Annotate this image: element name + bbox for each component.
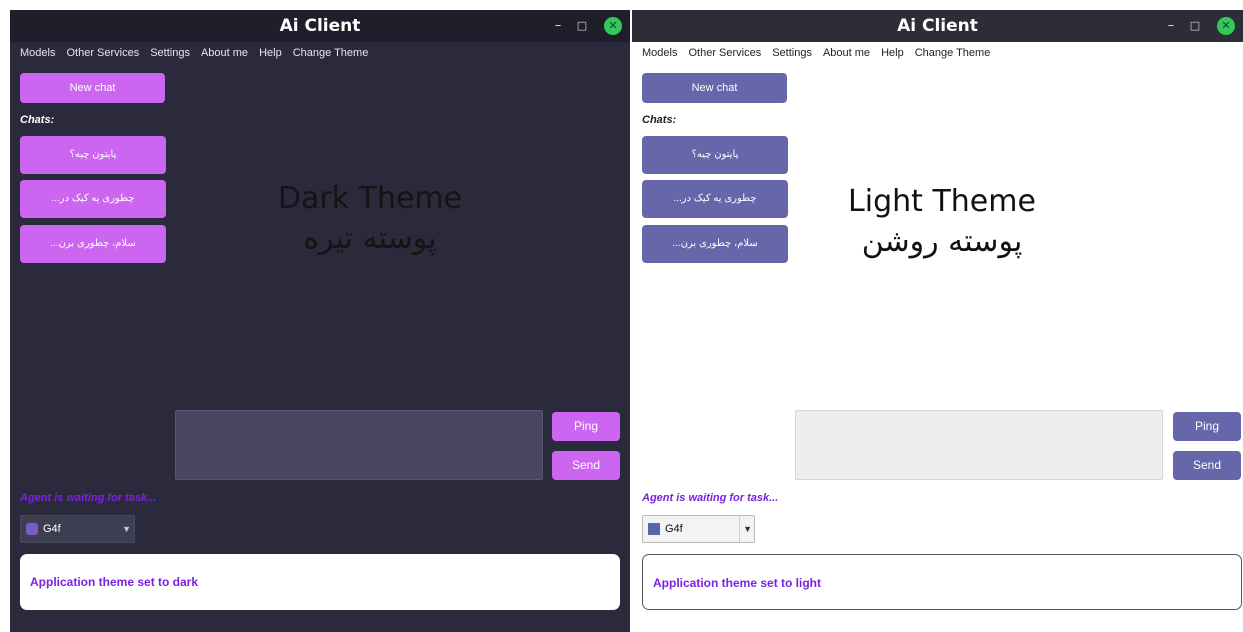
title-bar[interactable]: Ai Client – □ ✕ <box>632 10 1243 42</box>
theme-caption: Light Theme پوسته روشن <box>812 183 1072 263</box>
agent-status: Agent is waiting for task... <box>20 492 157 504</box>
model-select-value: G4f <box>665 523 683 535</box>
menu-item-about-me[interactable]: About me <box>823 44 881 62</box>
dark-theme-window: Ai Client – □ ✕ Models Other Services Se… <box>10 10 630 632</box>
chat-item[interactable]: پایتون چیه؟ <box>642 136 788 174</box>
chat-item[interactable]: سلام، چطوری برن... <box>642 225 788 263</box>
theme-caption-english: Dark Theme <box>277 181 463 216</box>
chat-item[interactable]: چطوری یه کیک در... <box>20 180 166 218</box>
model-select-value: G4f <box>43 523 61 535</box>
g4f-icon <box>26 523 38 535</box>
minimize-icon[interactable]: – <box>548 16 568 36</box>
log-message: Application theme set to dark <box>30 575 199 589</box>
new-chat-button[interactable]: New chat <box>20 73 165 103</box>
model-select[interactable]: G4f ▼ <box>20 515 135 543</box>
menu-item-settings[interactable]: Settings <box>772 44 823 62</box>
menu-item-change-theme[interactable]: Change Theme <box>293 44 380 62</box>
close-icon[interactable]: ✕ <box>1217 17 1235 35</box>
message-input[interactable] <box>175 410 543 480</box>
menu-item-other-services[interactable]: Other Services <box>66 44 150 62</box>
agent-status: Agent is waiting for task... <box>642 492 779 504</box>
theme-caption-english: Light Theme <box>848 184 1036 219</box>
window-title: Ai Client <box>279 16 361 36</box>
ping-button[interactable]: Ping <box>552 412 620 441</box>
log-panel: Application theme set to dark <box>20 554 620 610</box>
menu-item-about-me[interactable]: About me <box>201 44 259 62</box>
g4f-icon <box>648 523 660 535</box>
new-chat-button[interactable]: New chat <box>642 73 787 103</box>
menu-item-help[interactable]: Help <box>259 44 293 62</box>
maximize-icon[interactable]: □ <box>572 16 592 36</box>
menu-item-models[interactable]: Models <box>20 44 66 62</box>
chevron-down-icon[interactable]: ▼ <box>122 516 131 542</box>
ping-button[interactable]: Ping <box>1173 412 1241 441</box>
menu-item-help[interactable]: Help <box>881 44 915 62</box>
theme-caption-persian: پوسته روشن <box>861 224 1023 259</box>
menu-bar: Models Other Services Settings About me … <box>20 44 379 62</box>
chat-item[interactable]: چطوری یه کیک در... <box>642 180 788 218</box>
message-input[interactable] <box>795 410 1163 480</box>
log-message: Application theme set to light <box>653 576 822 590</box>
maximize-icon[interactable]: □ <box>1185 16 1205 36</box>
close-icon[interactable]: ✕ <box>604 17 622 35</box>
theme-caption: Dark Theme پوسته تیره <box>230 180 510 260</box>
menu-item-other-services[interactable]: Other Services <box>688 44 772 62</box>
log-panel: Application theme set to light <box>642 554 1242 610</box>
chevron-down-icon[interactable]: ▼ <box>739 516 752 542</box>
menu-item-models[interactable]: Models <box>642 44 688 62</box>
send-button[interactable]: Send <box>1173 451 1241 480</box>
light-theme-window: Ai Client – □ ✕ Models Other Services Se… <box>632 10 1243 632</box>
window-title: Ai Client <box>897 16 978 36</box>
chats-label: Chats: <box>642 114 677 126</box>
model-select[interactable]: G4f ▼ <box>642 515 755 543</box>
menu-bar: Models Other Services Settings About me … <box>642 44 1001 62</box>
title-bar[interactable]: Ai Client – □ ✕ <box>10 10 630 42</box>
menu-item-change-theme[interactable]: Change Theme <box>915 44 1002 62</box>
chats-label: Chats: <box>20 114 55 126</box>
menu-item-settings[interactable]: Settings <box>150 44 201 62</box>
chat-item[interactable]: پایتون چیه؟ <box>20 136 166 174</box>
theme-caption-persian: پوسته تیره <box>303 221 437 256</box>
send-button[interactable]: Send <box>552 451 620 480</box>
chat-item[interactable]: سلام، چطوری برن... <box>20 225 166 263</box>
minimize-icon[interactable]: – <box>1161 16 1181 36</box>
